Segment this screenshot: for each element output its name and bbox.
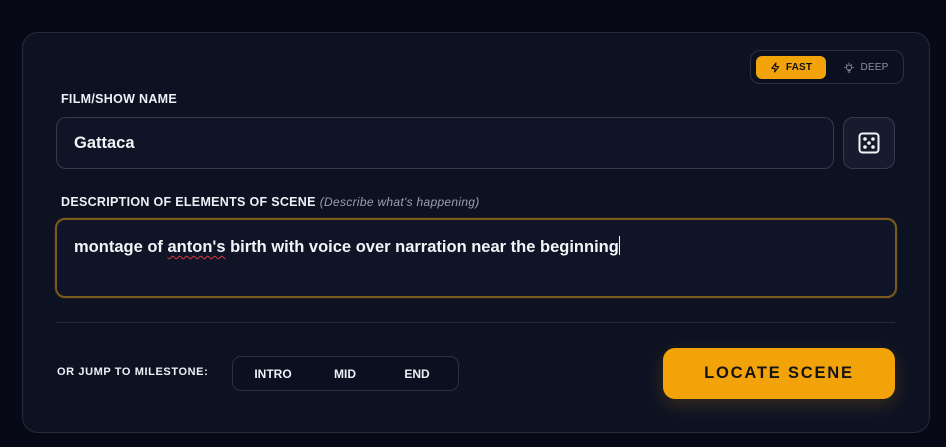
description-misspelled-word: anton's: [167, 238, 226, 256]
scene-description-input[interactable]: montage of anton's birth with voice over…: [55, 218, 897, 298]
film-name-label: FILM/SHOW NAME: [61, 92, 177, 106]
mode-deep-label: DEEP: [860, 62, 889, 73]
film-name-value: Gattaca: [74, 133, 135, 152]
scene-finder-panel: FAST DEEP FILM/SHOW NAME Gattaca DESCRIP…: [22, 32, 930, 433]
lightbulb-icon: [844, 62, 855, 72]
description-hint: (Describe what's happening): [319, 195, 480, 209]
description-label-text: DESCRIPTION OF ELEMENTS OF SCENE: [61, 195, 316, 209]
milestone-intro-button[interactable]: INTRO: [241, 357, 305, 390]
dice-icon: [858, 132, 880, 154]
mode-toggle: FAST DEEP: [750, 50, 904, 84]
description-label: DESCRIPTION OF ELEMENTS OF SCENE (Describ…: [61, 195, 480, 209]
milestone-mid-button[interactable]: MID: [313, 357, 377, 390]
milestone-group: INTRO MID END: [232, 356, 459, 391]
text-caret: [618, 236, 620, 255]
divider: [56, 322, 895, 323]
milestone-end-button[interactable]: END: [385, 357, 449, 390]
milestone-label: OR JUMP TO MILESTONE:: [57, 366, 209, 378]
mode-fast-button[interactable]: FAST: [756, 56, 826, 79]
description-text-after: birth with voice over narration near the…: [225, 238, 619, 256]
locate-scene-button[interactable]: LOCATE SCENE: [663, 348, 895, 399]
randomize-button[interactable]: [843, 117, 895, 169]
film-name-input[interactable]: Gattaca: [56, 117, 834, 169]
lightning-icon: [771, 62, 780, 73]
description-text-before: montage of: [74, 238, 168, 256]
mode-fast-label: FAST: [785, 62, 813, 73]
mode-deep-button[interactable]: DEEP: [833, 56, 899, 79]
